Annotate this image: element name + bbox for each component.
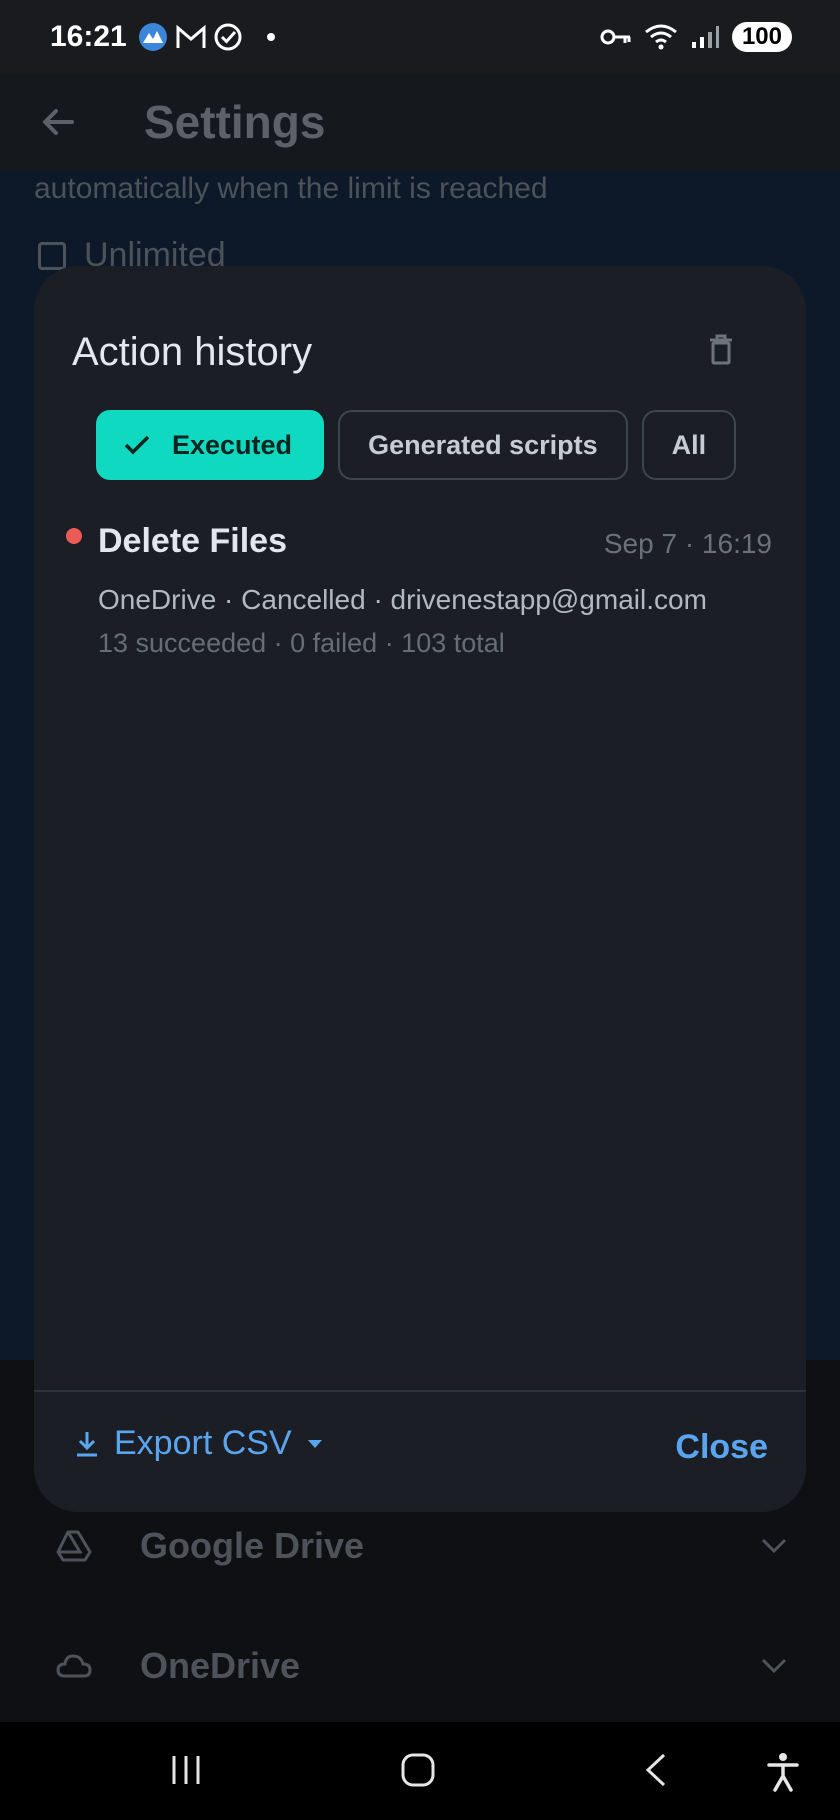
recent-apps-icon[interactable] <box>168 1752 204 1788</box>
status-bar: 16:21 100 <box>0 0 840 74</box>
setting-description: automatically when the limit is reached <box>34 172 548 205</box>
status-left: 16:21 <box>50 20 275 54</box>
accessibility-icon[interactable] <box>766 1752 800 1792</box>
trash-icon[interactable] <box>708 334 734 366</box>
system-nav-bar <box>0 1722 840 1820</box>
signal-icon <box>691 26 719 48</box>
drive-label: OneDrive <box>140 1645 301 1686</box>
history-item[interactable]: Delete Files Sep 7 · 16:19 OneDrive · Ca… <box>34 510 806 658</box>
back-icon[interactable] <box>640 1752 670 1788</box>
export-csv-button[interactable]: Export CSV <box>74 1424 324 1463</box>
item-stats: 13 succeeded · 0 failed · 103 total <box>98 628 505 658</box>
page-title: Settings <box>144 96 326 148</box>
item-meta: OneDrive · Cancelled · drivenestapp@gmai… <box>98 584 707 615</box>
app-icon <box>138 23 167 51</box>
dialog-divider <box>34 1390 806 1392</box>
check-icon <box>124 435 150 455</box>
chevron-down-icon <box>761 1658 787 1674</box>
filter-chip-generated-scripts[interactable]: Generated scripts <box>338 410 628 480</box>
filter-chip-executed[interactable]: Executed <box>96 410 325 480</box>
cloud-icon <box>56 1654 92 1678</box>
chevron-down-icon <box>761 1538 787 1554</box>
close-button[interactable]: Close <box>675 1428 768 1467</box>
filter-chips: Executed Generated scripts All <box>96 410 737 480</box>
status-notification-icons <box>137 21 243 53</box>
check-circle-icon <box>214 23 242 51</box>
status-right: 100 <box>600 22 792 52</box>
arrow-left-icon[interactable] <box>38 102 78 142</box>
chip-label: All <box>671 429 707 460</box>
status-indicator <box>66 528 82 544</box>
action-history-dialog: Action history Executed Generated script… <box>34 266 806 1512</box>
caret-down-icon <box>307 1439 322 1448</box>
battery-indicator: 100 <box>731 22 792 52</box>
item-title: Delete Files <box>98 522 287 560</box>
dialog-title: Action history <box>72 330 313 374</box>
wifi-icon <box>645 24 677 50</box>
filter-chip-all[interactable]: All <box>641 410 737 480</box>
gmail-icon <box>176 24 206 48</box>
status-time: 16:21 <box>50 20 127 53</box>
home-icon[interactable] <box>400 1752 436 1788</box>
export-label: Export CSV <box>114 1424 292 1462</box>
download-icon <box>77 1431 97 1456</box>
app-header: Settings <box>0 74 840 170</box>
item-timestamp: Sep 7 · 16:19 <box>603 528 772 559</box>
vpn-key-icon <box>600 29 631 45</box>
notification-dot <box>266 33 275 41</box>
drive-row-onedrive[interactable]: OneDrive <box>0 1616 840 1716</box>
chip-label: Executed <box>172 429 293 460</box>
unlimited-checkbox[interactable] <box>38 241 66 270</box>
google-drive-icon <box>56 1530 92 1562</box>
drive-label: Google Drive <box>140 1525 365 1566</box>
chip-label: Generated scripts <box>368 429 598 460</box>
